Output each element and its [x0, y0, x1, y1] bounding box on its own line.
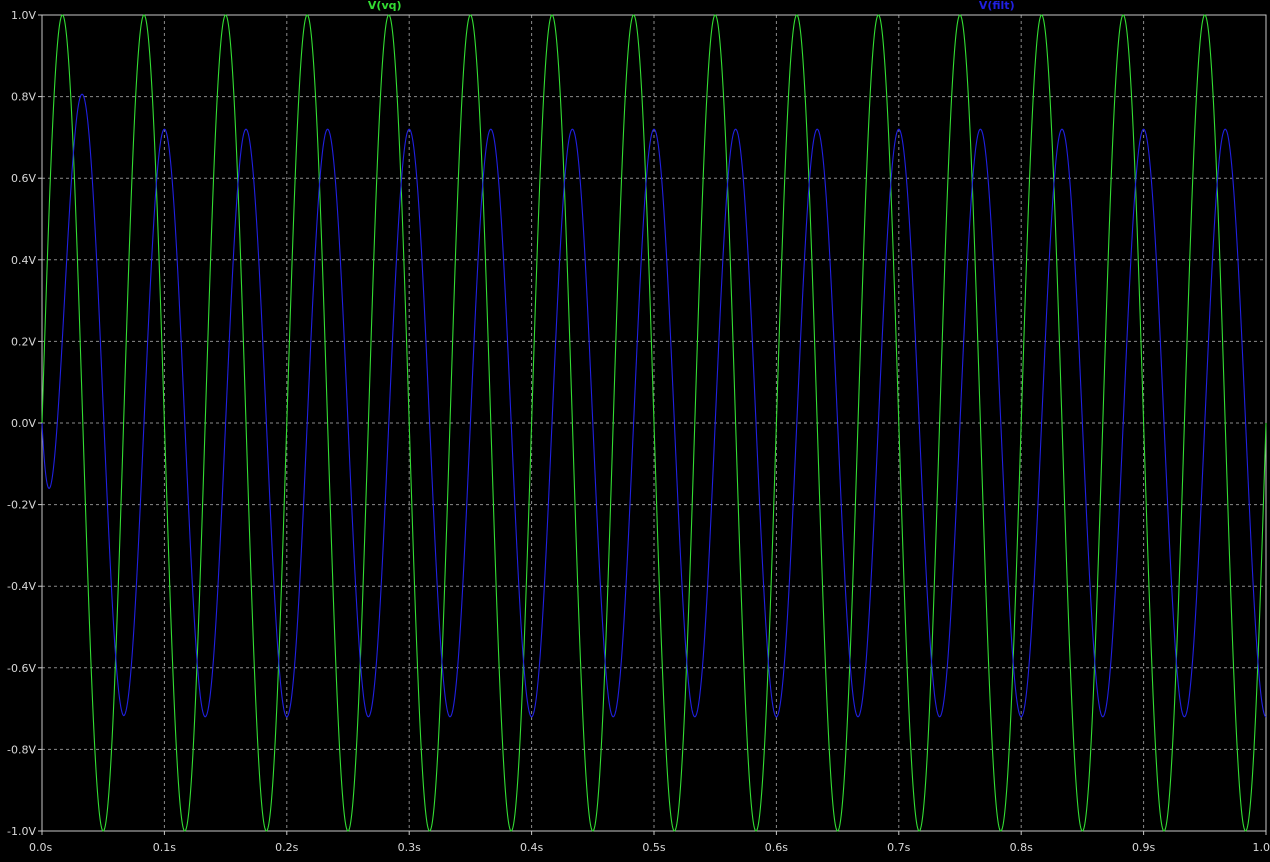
y-tick-label: -0.4V — [7, 580, 36, 593]
x-tick-label: 0.7s — [887, 841, 910, 854]
y-tick-label: -1.0V — [7, 825, 36, 838]
y-tick-label: 0.6V — [11, 172, 36, 185]
x-tick-label: 0.9s — [1132, 841, 1155, 854]
y-tick-label: 0.8V — [11, 91, 36, 104]
x-tick-label: 0.8s — [1010, 841, 1033, 854]
x-tick-label: 0.0s — [29, 841, 52, 854]
waveform-plot[interactable]: 1.0V 0.8V 0.6V 0.4V 0.2V 0.0V -0.2V -0.4V -0.6V -… — [0, 0, 1270, 857]
legend-entry-filt[interactable]: V(filt) — [979, 0, 1015, 12]
x-tick-label: 0.6s — [765, 841, 788, 854]
y-tick-label: -0.8V — [7, 743, 36, 756]
y-tick-label: -0.6V — [7, 662, 36, 675]
y-tick-label: 0.4V — [11, 254, 36, 267]
y-tick-label: 0.0V — [11, 417, 36, 430]
y-tick-label: 1.0V — [11, 9, 36, 22]
x-tick-label: 0.5s — [642, 841, 665, 854]
legend-entry-vq[interactable]: V(vq) — [368, 0, 402, 12]
plot-svg: 1.0V 0.8V 0.6V 0.4V 0.2V 0.0V -0.2V -0.4V -0.6V -… — [0, 0, 1270, 857]
y-tick-label: 0.2V — [11, 335, 36, 348]
plot-background — [0, 0, 1270, 857]
y-tick-label: -0.2V — [7, 499, 36, 512]
x-tick-label: 0.3s — [398, 841, 421, 854]
x-tick-label: 0.1s — [153, 841, 176, 854]
x-tick-label: 1.0 — [1253, 841, 1270, 854]
x-tick-label: 0.4s — [520, 841, 543, 854]
x-tick-label: 0.2s — [275, 841, 298, 854]
